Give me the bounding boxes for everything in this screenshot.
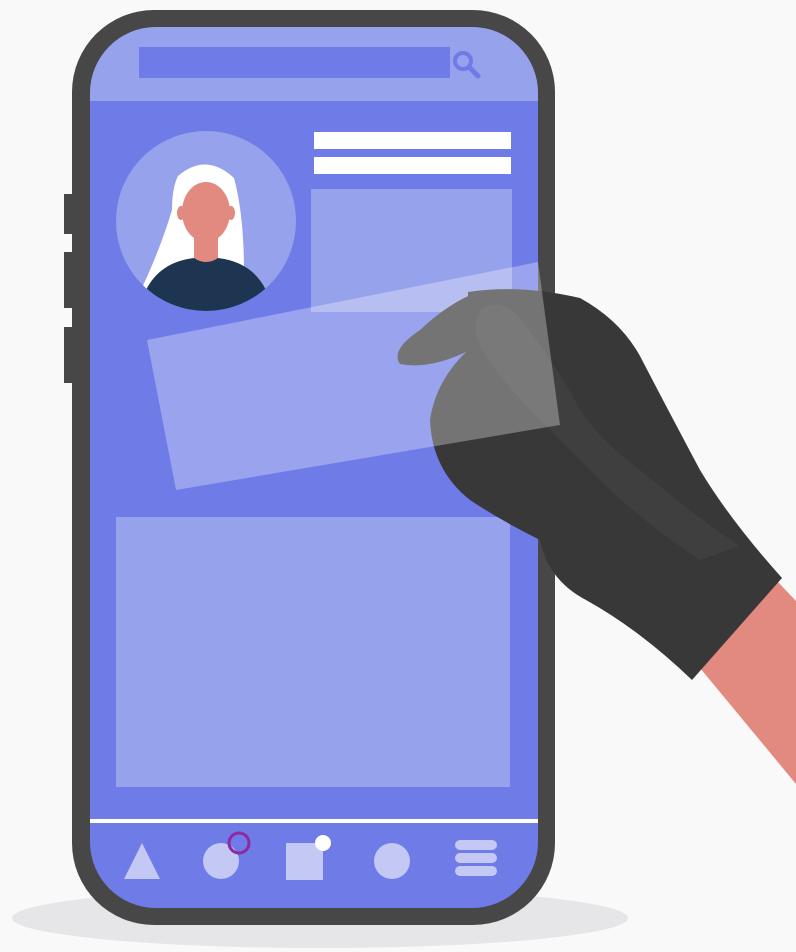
search-input[interactable] bbox=[139, 47, 450, 78]
menu-icon[interactable] bbox=[455, 840, 497, 876]
nav-divider bbox=[90, 819, 538, 823]
profile-text-line-1 bbox=[314, 132, 511, 149]
circle-icon[interactable] bbox=[203, 843, 239, 879]
illustration-stage bbox=[0, 0, 796, 952]
illustration bbox=[12, 10, 796, 948]
circle-icon[interactable] bbox=[374, 843, 410, 879]
content-panel bbox=[116, 517, 510, 787]
notification-dot bbox=[315, 835, 331, 851]
profile-text-line-2 bbox=[314, 157, 511, 174]
